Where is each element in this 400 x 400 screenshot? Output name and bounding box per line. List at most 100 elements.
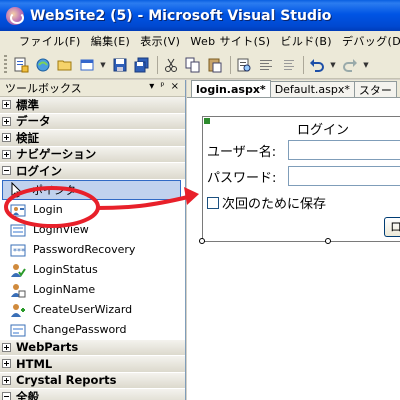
- copy-icon[interactable]: [183, 55, 203, 75]
- tool-passwordrecovery[interactable]: *** PasswordRecovery: [0, 240, 185, 260]
- find-icon[interactable]: [234, 55, 254, 75]
- tool-label: PasswordRecovery: [33, 243, 136, 256]
- menu-edit[interactable]: 編集(E): [86, 33, 136, 49]
- toolbar-separator: [303, 55, 304, 74]
- group-label: 検証: [16, 130, 39, 145]
- toolbox-group-crystal-reports[interactable]: Crystal Reports: [0, 372, 185, 389]
- svg-text:***: ***: [13, 247, 25, 256]
- menu-file[interactable]: ファイル(F): [14, 33, 86, 49]
- changepassword-icon: [10, 324, 26, 336]
- add-item-icon[interactable]: [33, 55, 53, 75]
- tool-label: ポインタ: [32, 183, 76, 197]
- window-title: WebSite2 (5) - Microsoft Visual Studio: [30, 7, 332, 24]
- standard-toolbar: ▼ ▼ ▼: [0, 51, 400, 79]
- toolbox-group-navigation[interactable]: ナビゲーション: [0, 146, 185, 163]
- group-label: ナビゲーション: [16, 147, 97, 162]
- toolbar-separator: [157, 55, 158, 74]
- pin-icon[interactable]: ᵖ: [160, 81, 164, 92]
- dropdown-arrow-icon[interactable]: ▾: [149, 81, 154, 92]
- menu-website[interactable]: Web サイト(S): [185, 33, 275, 49]
- resize-handle[interactable]: [199, 238, 205, 244]
- menu-build[interactable]: ビルド(B): [275, 33, 337, 49]
- toolbox-panel: ツールボックス ▾ ᵖ × 標準 データ 検証 ナビゲーション ログイン ポイン…: [0, 80, 186, 400]
- toolbox-header[interactable]: ツールボックス ▾ ᵖ ×: [0, 80, 185, 97]
- password-label: パスワード:: [207, 171, 277, 186]
- toolbox-group-login[interactable]: ログイン: [0, 163, 185, 180]
- passwordrecovery-icon: ***: [10, 244, 26, 256]
- undo-icon[interactable]: [307, 55, 327, 75]
- expand-icon[interactable]: [2, 100, 11, 110]
- tab-login-aspx[interactable]: login.aspx*: [191, 80, 271, 97]
- tool-loginname[interactable]: LoginName: [0, 280, 185, 300]
- expand-icon[interactable]: [2, 133, 11, 143]
- expand-icon[interactable]: [2, 359, 11, 369]
- align-icon[interactable]: [278, 55, 298, 75]
- group-label: 全般: [16, 389, 39, 400]
- tool-label: CreateUserWizard: [33, 303, 133, 316]
- toolbox-group-standard[interactable]: 標準: [0, 97, 185, 114]
- visual-studio-icon: [6, 6, 24, 25]
- group-label: WebParts: [16, 340, 79, 355]
- tool-label: Login: [33, 203, 63, 216]
- password-field[interactable]: [288, 166, 400, 186]
- format-icon[interactable]: [256, 55, 276, 75]
- login-button[interactable]: ロ: [384, 217, 400, 237]
- tool-changepassword[interactable]: ChangePassword: [0, 320, 185, 340]
- toolbox-group-general[interactable]: 全般: [0, 389, 185, 400]
- group-label: データ: [16, 114, 51, 129]
- close-icon[interactable]: ×: [171, 81, 179, 92]
- tab-start-page[interactable]: スター: [353, 81, 397, 97]
- chevron-down-icon[interactable]: ▼: [362, 55, 370, 75]
- expand-icon[interactable]: [2, 342, 11, 352]
- remember-me-row: 次回のために保存: [207, 193, 326, 212]
- toolbox-group-html[interactable]: HTML: [0, 356, 185, 373]
- toolbox-group-webparts[interactable]: WebParts: [0, 339, 185, 356]
- login-title: ログイン: [296, 123, 349, 138]
- cut-icon[interactable]: [161, 55, 181, 75]
- paste-icon[interactable]: [205, 55, 225, 75]
- menu-debug[interactable]: デバッグ(D): [337, 33, 400, 49]
- remember-me-checkbox[interactable]: [207, 197, 219, 209]
- group-label: ログイン: [16, 163, 62, 178]
- toolbar-separator: [230, 55, 231, 74]
- toolbar-grip[interactable]: [4, 54, 7, 75]
- add-dropdown-icon[interactable]: [77, 55, 97, 75]
- group-label: 標準: [16, 97, 39, 112]
- collapse-icon[interactable]: [2, 392, 11, 400]
- design-editor: login.aspx* Default.aspx* スター ログイン ユーザー名…: [187, 80, 400, 400]
- tool-login[interactable]: Login: [0, 200, 185, 220]
- menu-view[interactable]: 表示(V): [135, 33, 185, 49]
- expand-icon[interactable]: [2, 149, 11, 159]
- tool-pointer[interactable]: ポインタ: [2, 179, 181, 200]
- open-icon[interactable]: [55, 55, 75, 75]
- loginname-icon: [11, 283, 26, 297]
- expand-icon[interactable]: [2, 116, 11, 126]
- toolbox-group-data[interactable]: データ: [0, 113, 185, 130]
- collapse-icon[interactable]: [2, 166, 11, 176]
- tool-loginview[interactable]: LoginView: [0, 220, 185, 240]
- username-label: ユーザー名:: [207, 145, 277, 160]
- tab-default-aspx[interactable]: Default.aspx*: [269, 81, 355, 97]
- document-tabs: login.aspx* Default.aspx* スター: [187, 80, 400, 98]
- createuserwizard-icon: [11, 303, 25, 317]
- loginview-icon: [10, 224, 26, 236]
- tool-loginstatus[interactable]: LoginStatus: [0, 260, 185, 280]
- save-all-icon[interactable]: [132, 55, 152, 75]
- new-project-icon[interactable]: [11, 55, 31, 75]
- expand-icon[interactable]: [2, 375, 11, 385]
- username-field[interactable]: [288, 140, 400, 160]
- login-control-designer[interactable]: ログイン ユーザー名: パスワード: 次回のために保存 ロ: [202, 116, 400, 242]
- toolbox-group-validation[interactable]: 検証: [0, 130, 185, 147]
- tool-label: LoginStatus: [33, 263, 98, 276]
- tool-createuserwizard[interactable]: CreateUserWizard: [0, 300, 185, 320]
- pointer-icon: [11, 181, 23, 198]
- chevron-down-icon[interactable]: ▼: [329, 55, 337, 75]
- loginstatus-icon: [11, 263, 26, 277]
- chevron-down-icon[interactable]: ▼: [99, 55, 107, 75]
- tool-label: LoginView: [33, 223, 89, 236]
- redo-icon[interactable]: [340, 55, 360, 75]
- resize-handle[interactable]: [325, 238, 331, 244]
- save-icon[interactable]: [110, 55, 130, 75]
- title-bar[interactable]: WebSite2 (5) - Microsoft Visual Studio: [0, 0, 400, 31]
- group-label: HTML: [16, 356, 53, 371]
